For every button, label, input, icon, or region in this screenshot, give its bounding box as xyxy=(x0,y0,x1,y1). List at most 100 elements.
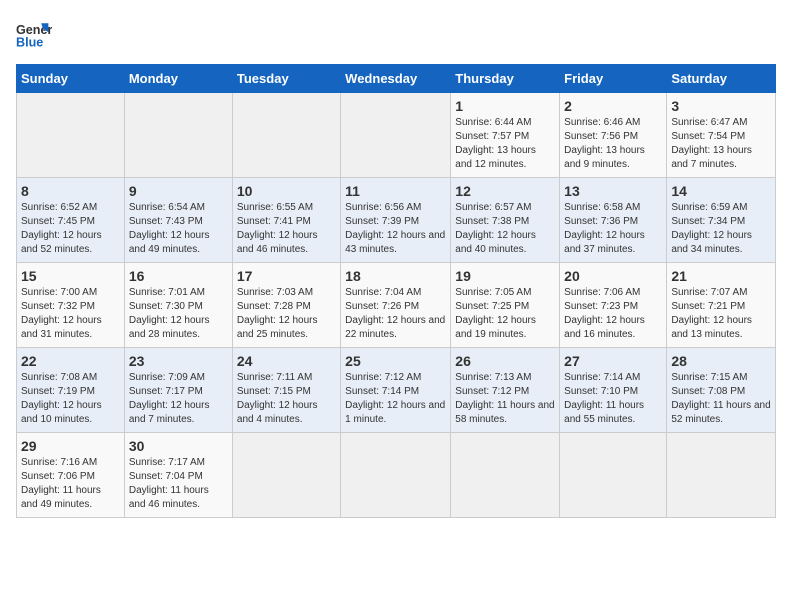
day-info: Sunrise: 7:16 AM Sunset: 7:06 PM Dayligh… xyxy=(21,456,120,512)
calendar-cell: 3 Sunrise: 6:47 AM Sunset: 7:54 PM Dayli… xyxy=(667,93,776,178)
day-info: Sunrise: 6:52 AM Sunset: 7:45 PM Dayligh… xyxy=(21,201,120,257)
calendar-cell: 28 Sunrise: 7:15 AM Sunset: 7:08 PM Dayl… xyxy=(667,348,776,433)
week-row-4: 22 Sunrise: 7:08 AM Sunset: 7:19 PM Dayl… xyxy=(17,348,776,433)
day-info: Sunrise: 7:15 AM Sunset: 7:08 PM Dayligh… xyxy=(671,371,771,427)
calendar-cell: 10 Sunrise: 6:55 AM Sunset: 7:41 PM Dayl… xyxy=(232,178,340,263)
day-info: Sunrise: 7:14 AM Sunset: 7:10 PM Dayligh… xyxy=(564,371,662,427)
header-sunday: Sunday xyxy=(17,65,125,93)
calendar-cell: 16 Sunrise: 7:01 AM Sunset: 7:30 PM Dayl… xyxy=(124,263,232,348)
day-number: 9 xyxy=(129,183,228,199)
day-number: 10 xyxy=(237,183,336,199)
calendar-cell xyxy=(667,433,776,518)
svg-text:Blue: Blue xyxy=(16,36,43,50)
calendar-cell: 24 Sunrise: 7:11 AM Sunset: 7:15 PM Dayl… xyxy=(232,348,340,433)
calendar-cell: 30 Sunrise: 7:17 AM Sunset: 7:04 PM Dayl… xyxy=(124,433,232,518)
calendar-cell: 11 Sunrise: 6:56 AM Sunset: 7:39 PM Dayl… xyxy=(341,178,451,263)
day-number: 25 xyxy=(345,353,446,369)
day-number: 19 xyxy=(455,268,555,284)
calendar-cell xyxy=(17,93,125,178)
calendar-header-row: SundayMondayTuesdayWednesdayThursdayFrid… xyxy=(17,65,776,93)
logo: General Blue xyxy=(16,16,56,52)
calendar-cell: 13 Sunrise: 6:58 AM Sunset: 7:36 PM Dayl… xyxy=(560,178,667,263)
calendar-cell: 27 Sunrise: 7:14 AM Sunset: 7:10 PM Dayl… xyxy=(560,348,667,433)
week-row-1: 1 Sunrise: 6:44 AM Sunset: 7:57 PM Dayli… xyxy=(17,93,776,178)
day-number: 22 xyxy=(21,353,120,369)
day-number: 16 xyxy=(129,268,228,284)
week-row-5: 29 Sunrise: 7:16 AM Sunset: 7:06 PM Dayl… xyxy=(17,433,776,518)
calendar-table: SundayMondayTuesdayWednesdayThursdayFrid… xyxy=(16,64,776,518)
day-info: Sunrise: 6:47 AM Sunset: 7:54 PM Dayligh… xyxy=(671,116,771,172)
calendar-cell: 9 Sunrise: 6:54 AM Sunset: 7:43 PM Dayli… xyxy=(124,178,232,263)
day-number: 26 xyxy=(455,353,555,369)
calendar-cell xyxy=(232,433,340,518)
calendar-cell: 1 Sunrise: 6:44 AM Sunset: 7:57 PM Dayli… xyxy=(451,93,560,178)
day-info: Sunrise: 7:06 AM Sunset: 7:23 PM Dayligh… xyxy=(564,286,662,342)
calendar-cell: 14 Sunrise: 6:59 AM Sunset: 7:34 PM Dayl… xyxy=(667,178,776,263)
header-wednesday: Wednesday xyxy=(341,65,451,93)
day-number: 18 xyxy=(345,268,446,284)
day-info: Sunrise: 7:04 AM Sunset: 7:26 PM Dayligh… xyxy=(345,286,446,342)
header-saturday: Saturday xyxy=(667,65,776,93)
logo-icon: General Blue xyxy=(16,16,52,52)
day-info: Sunrise: 7:17 AM Sunset: 7:04 PM Dayligh… xyxy=(129,456,228,512)
day-info: Sunrise: 7:12 AM Sunset: 7:14 PM Dayligh… xyxy=(345,371,446,427)
day-number: 8 xyxy=(21,183,120,199)
calendar-cell: 22 Sunrise: 7:08 AM Sunset: 7:19 PM Dayl… xyxy=(17,348,125,433)
day-number: 28 xyxy=(671,353,771,369)
calendar-cell: 25 Sunrise: 7:12 AM Sunset: 7:14 PM Dayl… xyxy=(341,348,451,433)
day-info: Sunrise: 6:58 AM Sunset: 7:36 PM Dayligh… xyxy=(564,201,662,257)
calendar-cell xyxy=(560,433,667,518)
day-info: Sunrise: 6:54 AM Sunset: 7:43 PM Dayligh… xyxy=(129,201,228,257)
day-info: Sunrise: 6:59 AM Sunset: 7:34 PM Dayligh… xyxy=(671,201,771,257)
day-number: 14 xyxy=(671,183,771,199)
day-number: 20 xyxy=(564,268,662,284)
day-info: Sunrise: 7:11 AM Sunset: 7:15 PM Dayligh… xyxy=(237,371,336,427)
day-number: 23 xyxy=(129,353,228,369)
day-number: 12 xyxy=(455,183,555,199)
day-number: 29 xyxy=(21,438,120,454)
calendar-cell: 19 Sunrise: 7:05 AM Sunset: 7:25 PM Dayl… xyxy=(451,263,560,348)
day-info: Sunrise: 7:03 AM Sunset: 7:28 PM Dayligh… xyxy=(237,286,336,342)
day-number: 1 xyxy=(455,98,555,114)
day-info: Sunrise: 7:05 AM Sunset: 7:25 PM Dayligh… xyxy=(455,286,555,342)
calendar-cell: 15 Sunrise: 7:00 AM Sunset: 7:32 PM Dayl… xyxy=(17,263,125,348)
day-number: 15 xyxy=(21,268,120,284)
page-header: General Blue xyxy=(16,16,776,52)
calendar-cell: 8 Sunrise: 6:52 AM Sunset: 7:45 PM Dayli… xyxy=(17,178,125,263)
day-info: Sunrise: 6:46 AM Sunset: 7:56 PM Dayligh… xyxy=(564,116,662,172)
day-number: 11 xyxy=(345,183,446,199)
calendar-cell: 20 Sunrise: 7:06 AM Sunset: 7:23 PM Dayl… xyxy=(560,263,667,348)
day-info: Sunrise: 7:01 AM Sunset: 7:30 PM Dayligh… xyxy=(129,286,228,342)
week-row-2: 8 Sunrise: 6:52 AM Sunset: 7:45 PM Dayli… xyxy=(17,178,776,263)
day-info: Sunrise: 7:09 AM Sunset: 7:17 PM Dayligh… xyxy=(129,371,228,427)
calendar-cell: 17 Sunrise: 7:03 AM Sunset: 7:28 PM Dayl… xyxy=(232,263,340,348)
calendar-cell: 18 Sunrise: 7:04 AM Sunset: 7:26 PM Dayl… xyxy=(341,263,451,348)
calendar-cell xyxy=(451,433,560,518)
day-number: 30 xyxy=(129,438,228,454)
day-info: Sunrise: 7:08 AM Sunset: 7:19 PM Dayligh… xyxy=(21,371,120,427)
calendar-cell: 12 Sunrise: 6:57 AM Sunset: 7:38 PM Dayl… xyxy=(451,178,560,263)
calendar-cell: 2 Sunrise: 6:46 AM Sunset: 7:56 PM Dayli… xyxy=(560,93,667,178)
calendar-cell xyxy=(124,93,232,178)
day-number: 2 xyxy=(564,98,662,114)
day-info: Sunrise: 7:00 AM Sunset: 7:32 PM Dayligh… xyxy=(21,286,120,342)
header-tuesday: Tuesday xyxy=(232,65,340,93)
calendar-cell xyxy=(341,93,451,178)
day-info: Sunrise: 7:07 AM Sunset: 7:21 PM Dayligh… xyxy=(671,286,771,342)
day-number: 24 xyxy=(237,353,336,369)
calendar-cell: 26 Sunrise: 7:13 AM Sunset: 7:12 PM Dayl… xyxy=(451,348,560,433)
day-info: Sunrise: 6:55 AM Sunset: 7:41 PM Dayligh… xyxy=(237,201,336,257)
header-friday: Friday xyxy=(560,65,667,93)
day-info: Sunrise: 6:56 AM Sunset: 7:39 PM Dayligh… xyxy=(345,201,446,257)
week-row-3: 15 Sunrise: 7:00 AM Sunset: 7:32 PM Dayl… xyxy=(17,263,776,348)
calendar-cell xyxy=(232,93,340,178)
day-info: Sunrise: 7:13 AM Sunset: 7:12 PM Dayligh… xyxy=(455,371,555,427)
day-info: Sunrise: 6:57 AM Sunset: 7:38 PM Dayligh… xyxy=(455,201,555,257)
day-number: 21 xyxy=(671,268,771,284)
calendar-cell: 21 Sunrise: 7:07 AM Sunset: 7:21 PM Dayl… xyxy=(667,263,776,348)
day-number: 13 xyxy=(564,183,662,199)
calendar-cell: 29 Sunrise: 7:16 AM Sunset: 7:06 PM Dayl… xyxy=(17,433,125,518)
day-number: 17 xyxy=(237,268,336,284)
calendar-cell xyxy=(341,433,451,518)
day-info: Sunrise: 6:44 AM Sunset: 7:57 PM Dayligh… xyxy=(455,116,555,172)
